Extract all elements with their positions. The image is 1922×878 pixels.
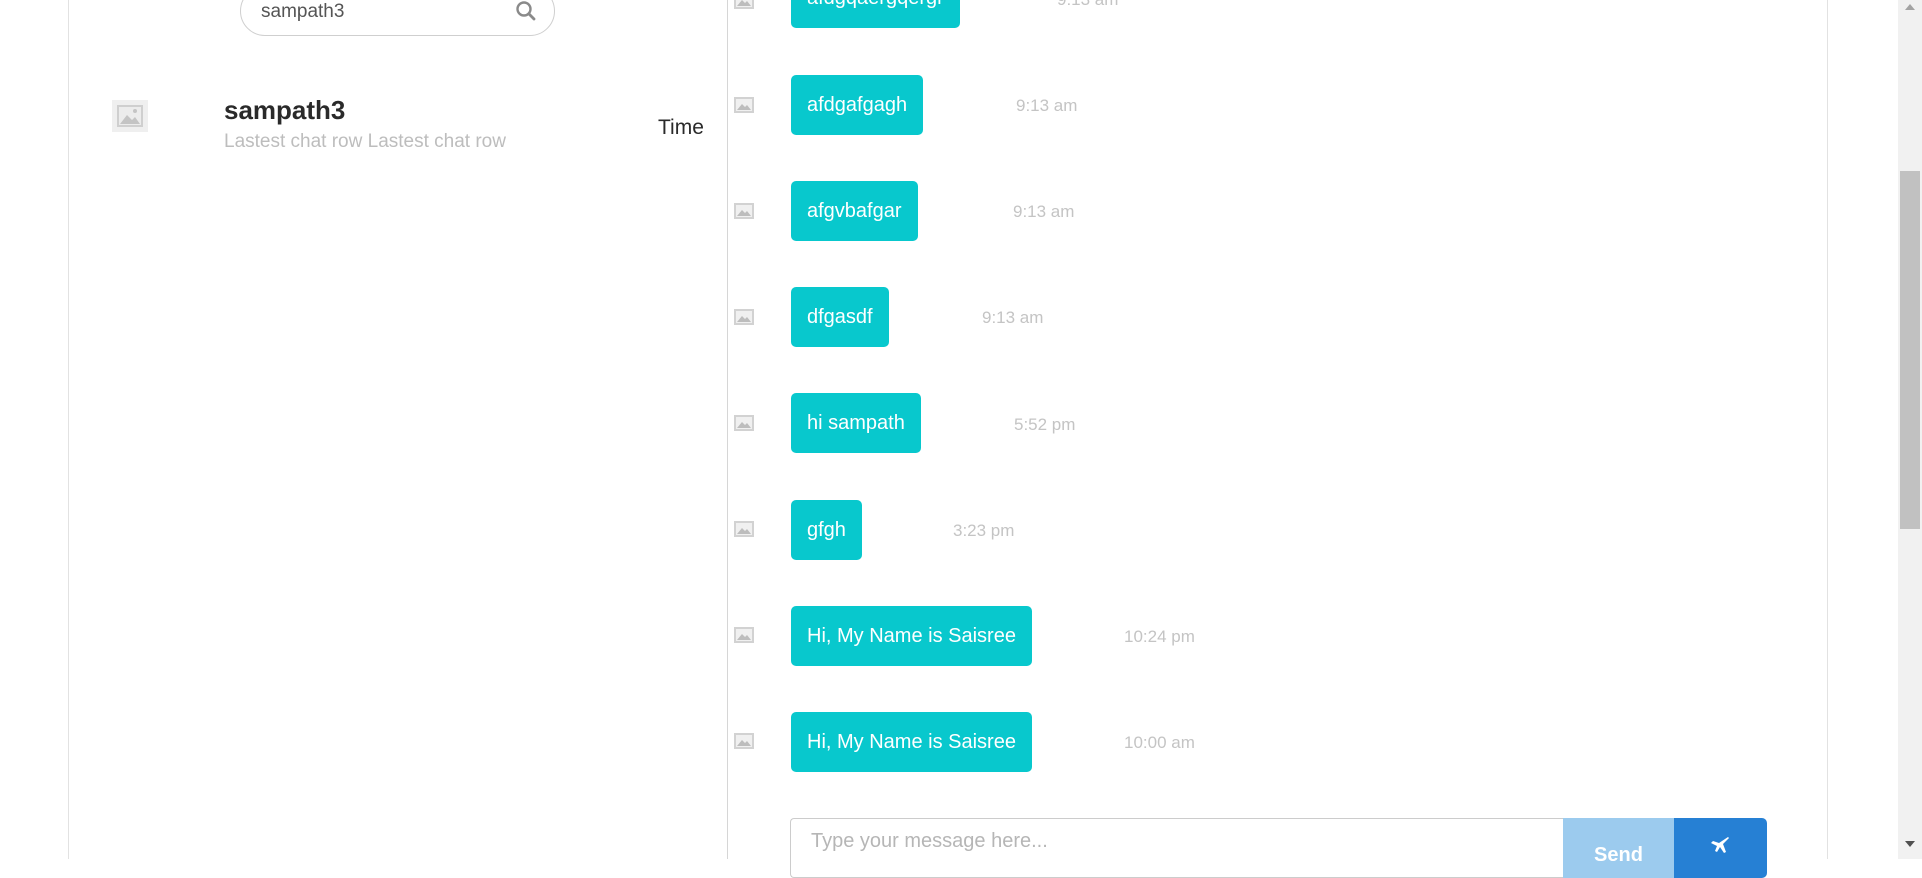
search-icon[interactable] [514, 0, 538, 23]
chat-list-item[interactable]: sampath3 Lastest chat row Lastest chat r… [109, 88, 709, 168]
message-time: 10:00 am [1124, 733, 1195, 752]
message-bubble: gfgh [791, 500, 862, 560]
message-bubble: Hi, My Name is Saisree [791, 606, 1032, 666]
image-placeholder-icon [734, 415, 754, 431]
image-placeholder-icon [734, 627, 754, 643]
image-placeholder-icon [734, 0, 754, 9]
paper-plane-icon [1711, 837, 1729, 853]
image-placeholder-icon [734, 203, 754, 219]
message-time: 9:13 am [1013, 202, 1075, 221]
message-bubble: dfgasdf [791, 287, 889, 347]
image-placeholder-icon [734, 97, 754, 113]
message-time: 9:13 am [1057, 0, 1118, 10]
contact-name: sampath3 [224, 95, 346, 125]
conversation-sidebar: sampath3 Lastest chat row Lastest chat r… [69, 0, 728, 859]
message-composer: Send [790, 818, 1767, 878]
scroll-up-arrow-icon[interactable] [1905, 4, 1915, 10]
message-time: 3:23 pm [953, 521, 1015, 540]
message-bubble: afdgqaergqergr [791, 0, 960, 28]
scrollbar-thumb[interactable] [1900, 171, 1920, 529]
message-time: 10:24 pm [1124, 627, 1195, 646]
message-bubble: Hi, My Name is Saisree [791, 712, 1032, 772]
search-input[interactable] [261, 0, 501, 27]
message-bubble: afdgafgagh [791, 75, 924, 135]
page-scrollbar[interactable] [1898, 0, 1922, 859]
send-icon-button[interactable] [1674, 818, 1767, 878]
message-bubble: hi sampath [791, 393, 921, 453]
message-time: 9:13 am [1016, 96, 1078, 115]
last-message-preview: Lastest chat row Lastest chat row [224, 131, 506, 152]
image-placeholder-icon [734, 309, 754, 325]
scroll-down-arrow-icon[interactable] [1905, 841, 1915, 847]
message-time: 9:13 am [982, 308, 1044, 327]
search-box [240, 0, 555, 36]
message-input[interactable] [790, 818, 1563, 878]
image-placeholder-icon [112, 100, 148, 132]
send-button[interactable]: Send [1563, 818, 1674, 878]
message-bubble: afgvbafgar [791, 181, 918, 241]
image-placeholder-icon [734, 733, 754, 749]
message-time: 5:52 pm [1014, 415, 1076, 434]
image-placeholder-icon [734, 521, 754, 537]
last-message-time: Time [658, 116, 704, 139]
